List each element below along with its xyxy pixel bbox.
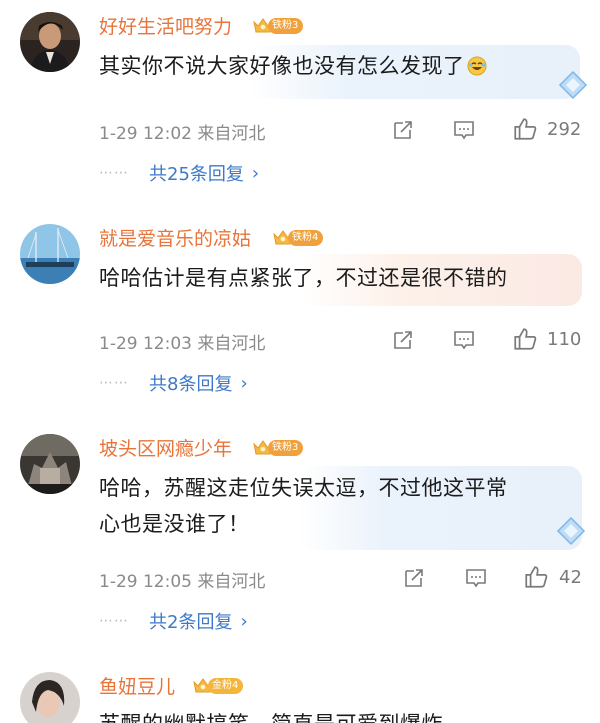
chevron-right-icon: › (240, 372, 248, 394)
comment-text-line: 哈哈，苏醒这走位失误太逗，不过他这平常 (99, 476, 508, 500)
diamond-decoration-icon (558, 70, 588, 100)
fan-badge-label: 铁粉3 (268, 17, 304, 34)
username[interactable]: 鱼妞豆儿 (99, 672, 175, 699)
share-icon[interactable] (391, 328, 415, 352)
share-icon[interactable] (391, 118, 415, 142)
like-count: 292 (547, 119, 582, 140)
chevron-right-icon: › (240, 610, 248, 632)
laughing-emoji-icon (467, 56, 486, 76)
reply-count: 共25条回复 (149, 164, 244, 185)
share-icon[interactable] (402, 566, 426, 590)
fan-badge: 铁粉3 (252, 438, 304, 457)
like-count: 42 (559, 567, 582, 588)
avatar[interactable] (20, 434, 80, 494)
avatar[interactable] (20, 224, 80, 284)
comment-timestamp: 1-29 12:05 来自河北 (99, 567, 265, 592)
chevron-right-icon: › (251, 162, 260, 184)
comment-item: 坡头区网瘾少年 铁粉3 哈哈，苏醒这走位失误太逗，不过他这平常 心也是没谁了！ … (0, 410, 600, 650)
comment-item: 就是爱音乐的凉姑 铁粉4 哈哈估计是有点紧张了，不过还是很不错的 1-29 12… (0, 200, 600, 410)
avatar[interactable] (20, 672, 80, 723)
time: 1-29 12:03 (99, 334, 192, 354)
like-count: 110 (547, 329, 582, 350)
location: 来自河北 (197, 124, 266, 144)
comment-timestamp: 1-29 12:03 来自河北 (99, 329, 265, 354)
comment-text[interactable]: 哈哈估计是有点紧张了，不过还是很不错的 (99, 260, 569, 296)
comment-text[interactable]: 苏醒的幽默搞笑，简直是可爱到爆炸 (99, 706, 569, 723)
location: 来自河北 (197, 572, 266, 592)
thumbs-up-icon[interactable] (512, 326, 538, 352)
comment-timestamp: 1-29 12:02 来自河北 (99, 119, 265, 144)
username[interactable]: 坡头区网瘾少年 (99, 434, 232, 461)
fan-badge: 金粉4 (192, 676, 244, 695)
reply-count: 共8条回复 (149, 374, 233, 395)
avatar[interactable] (20, 12, 80, 72)
fan-badge-label: 金粉4 (208, 677, 244, 694)
comment-text[interactable]: 哈哈，苏醒这走位失误太逗，不过他这平常 心也是没谁了！ (99, 470, 569, 542)
username[interactable]: 好好生活吧努力 (99, 12, 232, 39)
time: 1-29 12:02 (99, 124, 192, 144)
reply-count: 共2条回复 (149, 612, 233, 633)
comment-item: 好好生活吧努力 铁粉3 其实你不说大家好像也没有怎么发现了 1-29 12:02… (0, 0, 600, 200)
comment-text-line: 心也是没谁了！ (99, 512, 250, 536)
location: 来自河北 (197, 334, 266, 354)
comment-item: 鱼妞豆儿 金粉4 苏醒的幽默搞笑，简直是可爱到爆炸 (0, 650, 600, 723)
fan-badge-label: 铁粉4 (288, 229, 324, 246)
fan-badge-label: 铁粉3 (268, 439, 304, 456)
comment-icon[interactable] (464, 566, 488, 590)
time: 1-29 12:05 (99, 572, 192, 592)
fan-badge: 铁粉4 (272, 228, 324, 247)
comment-icon[interactable] (452, 118, 476, 142)
view-replies-link[interactable]: ⋯⋯ 共25条回复 › (99, 160, 259, 186)
view-replies-link[interactable]: ⋯⋯ 共2条回复 › (99, 608, 248, 634)
view-replies-link[interactable]: ⋯⋯ 共8条回复 › (99, 370, 248, 396)
comment-text[interactable]: 其实你不说大家好像也没有怎么发现了 (99, 48, 569, 84)
thumbs-up-icon[interactable] (523, 564, 549, 590)
diamond-decoration-icon (556, 516, 586, 546)
fan-badge: 铁粉3 (252, 16, 304, 35)
ellipsis-dots: ⋯⋯ (99, 613, 129, 629)
thumbs-up-icon[interactable] (512, 116, 538, 142)
username[interactable]: 就是爱音乐的凉姑 (99, 224, 251, 251)
comment-text-content: 其实你不说大家好像也没有怎么发现了 (99, 54, 465, 78)
comment-icon[interactable] (452, 328, 476, 352)
ellipsis-dots: ⋯⋯ (99, 375, 129, 391)
ellipsis-dots: ⋯⋯ (99, 165, 129, 181)
